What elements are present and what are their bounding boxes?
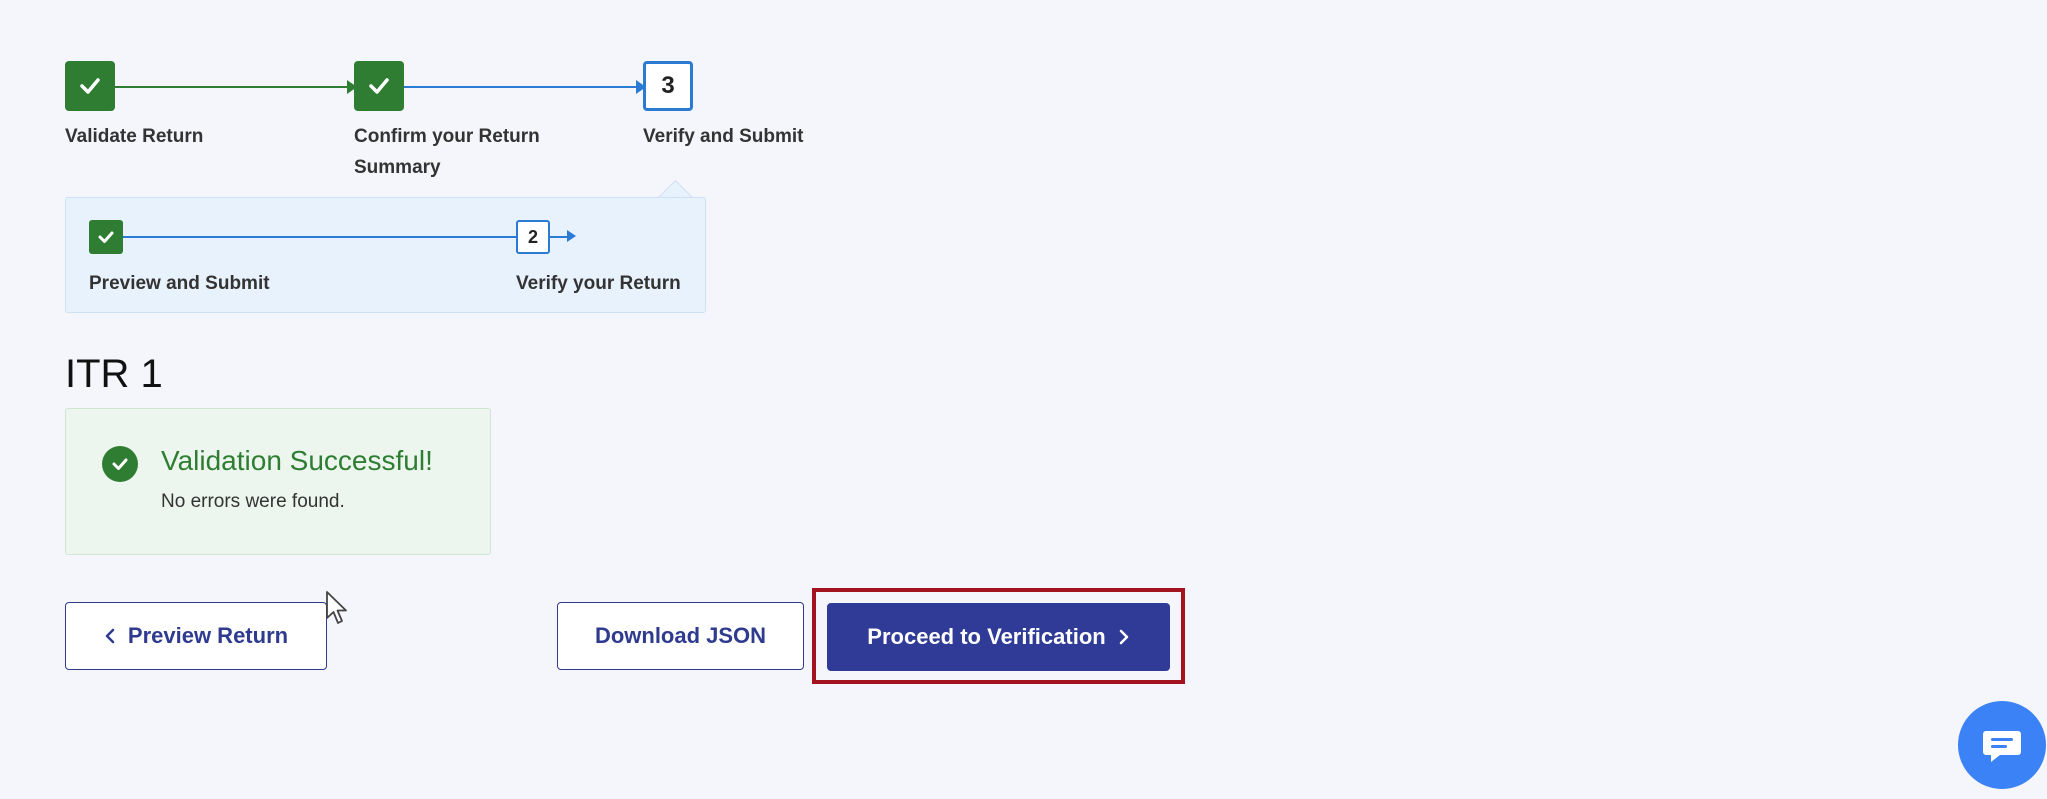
substep-connector-arrow xyxy=(567,230,576,242)
chat-icon xyxy=(1983,731,2021,762)
step-connector-2 xyxy=(404,86,638,88)
substep-2-number: 2 xyxy=(516,220,550,254)
step-1-label: Validate Return xyxy=(65,126,204,147)
sub-stepper-panel: 2 Preview and Submit Verify your Return xyxy=(65,197,706,313)
step-2-label-line1: Confirm your Return xyxy=(354,126,540,147)
substep-1-label: Preview and Submit xyxy=(89,273,270,294)
substep-1-check-icon xyxy=(89,220,123,254)
proceed-label: Proceed to Verification xyxy=(867,624,1106,649)
download-json-button[interactable]: Download JSON xyxy=(557,602,804,670)
step-2-check-icon xyxy=(354,61,404,111)
chevron-right-icon xyxy=(1119,629,1128,645)
step-3-number: 3 xyxy=(643,61,693,111)
success-check-icon xyxy=(102,446,138,482)
proceed-to-verification-button[interactable]: Proceed to Verification xyxy=(827,603,1170,671)
step-2-label-line2: Summary xyxy=(354,157,441,178)
step-1-check-icon xyxy=(65,61,115,111)
preview-return-button[interactable]: Preview Return xyxy=(65,602,327,670)
step-connector-1 xyxy=(115,86,349,88)
substep-2-label: Verify your Return xyxy=(516,273,681,294)
substep-connector xyxy=(123,236,569,238)
page-title: ITR 1 xyxy=(65,352,163,396)
mouse-cursor-icon xyxy=(326,591,347,624)
alert-message: No errors were found. xyxy=(161,491,345,512)
validation-alert: Validation Successful! No errors were fo… xyxy=(65,408,491,555)
chat-button[interactable] xyxy=(1958,701,2046,789)
download-json-label: Download JSON xyxy=(594,623,767,648)
preview-return-label: Preview Return xyxy=(127,623,289,648)
alert-title: Validation Successful! xyxy=(161,445,433,476)
step-3-label: Verify and Submit xyxy=(643,126,804,147)
chevron-left-icon xyxy=(105,628,115,644)
